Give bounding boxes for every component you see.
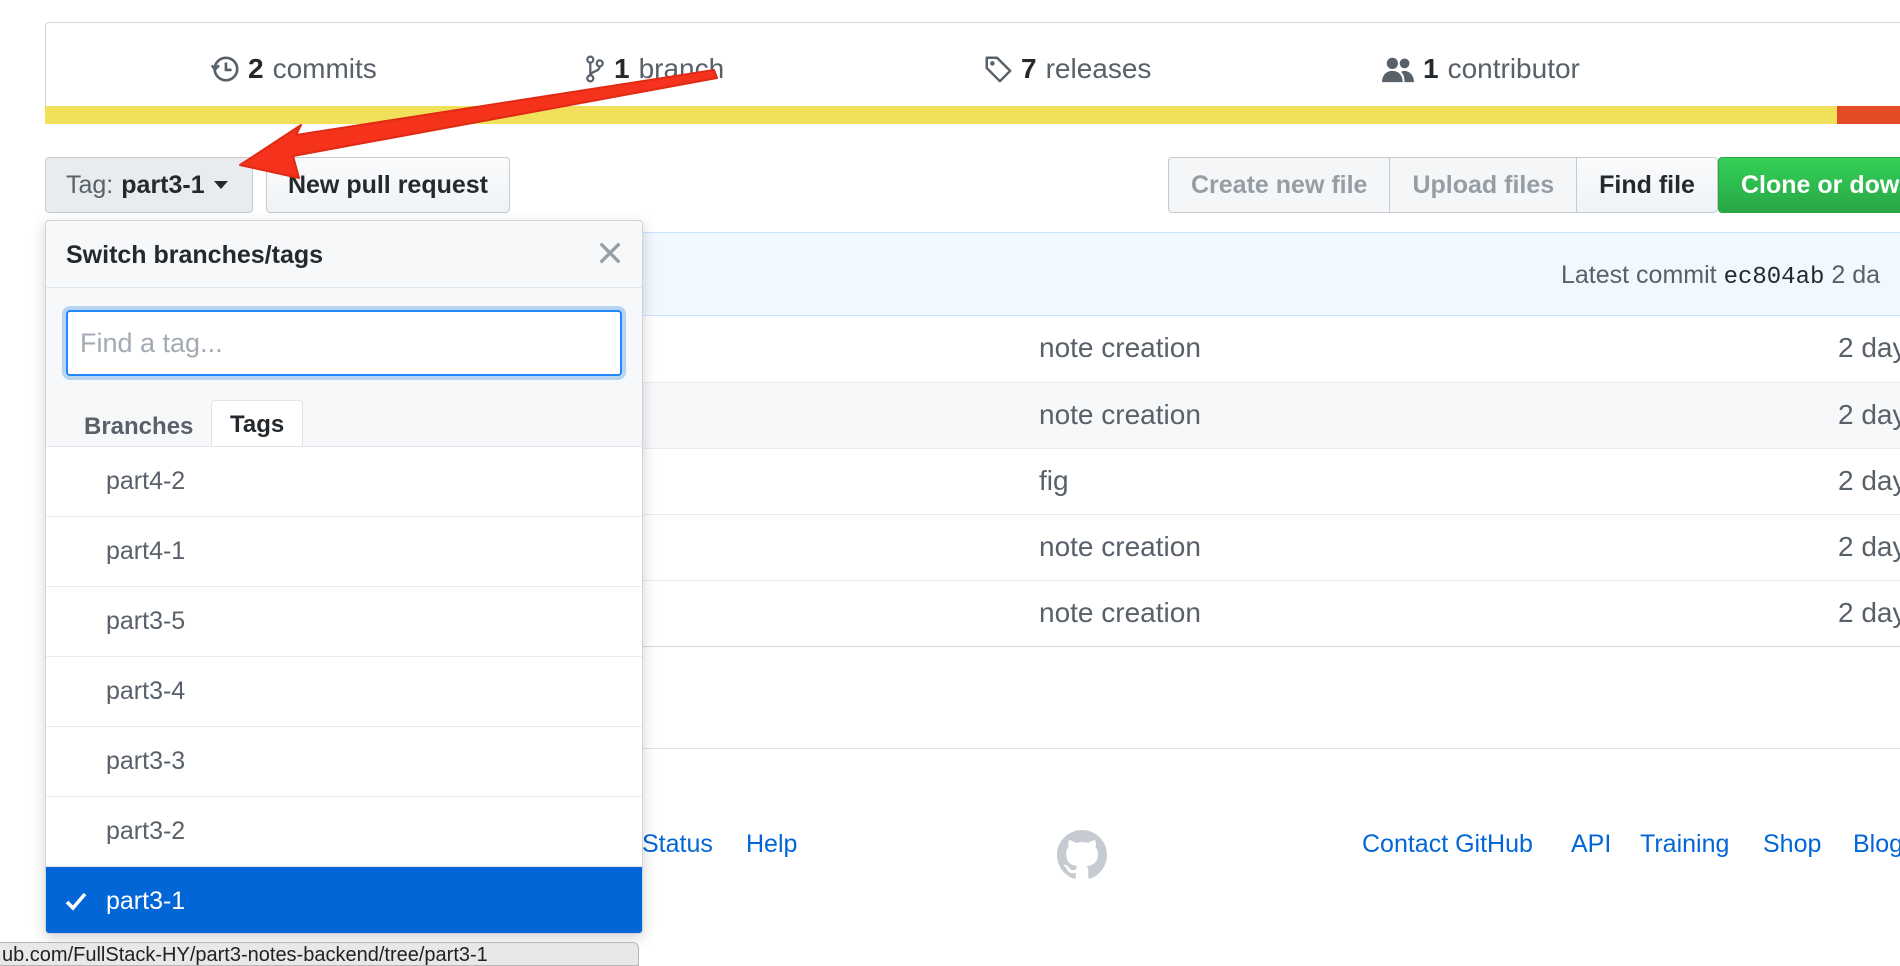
close-icon[interactable] [596, 239, 624, 267]
tag-list: part4-2 part4-1 part3-5 part3-4 part3-3 … [46, 447, 642, 933]
footer-api-link[interactable]: API [1571, 830, 1611, 859]
find-file-button[interactable]: Find file [1577, 157, 1718, 213]
commit-message-link[interactable]: note creation [1039, 399, 1201, 431]
commits-count: 2 [248, 53, 264, 84]
dropdown-title: Switch branches/tags [66, 241, 324, 269]
commit-message-link[interactable]: note creation [1039, 597, 1201, 629]
commit-message-link[interactable]: note creation [1039, 332, 1201, 364]
latest-commit: Latest commit ec804ab 2 da [1561, 261, 1880, 291]
history-icon [210, 56, 239, 82]
select-prefix: Tag: [66, 170, 114, 199]
releases-link[interactable]: 7 releases [983, 49, 1151, 89]
latest-commit-age: 2 da [1831, 261, 1881, 289]
dropdown-tabs: Branches Tags [46, 400, 642, 447]
branches-link[interactable]: 1 branch [584, 49, 724, 89]
branch-icon [586, 55, 604, 83]
commit-message-link[interactable]: note creation [1039, 531, 1201, 563]
create-new-file-button[interactable]: Create new file [1168, 157, 1391, 213]
latest-commit-label: Latest commit [1561, 261, 1717, 289]
dropdown-filter [46, 288, 642, 400]
branch-tag-select-button[interactable]: Tag: part3-1 [45, 157, 253, 213]
footer-help-link[interactable]: Help [746, 830, 797, 859]
commits-link[interactable]: 2 commits [210, 49, 377, 89]
footer-blog-link[interactable]: Blog [1853, 830, 1900, 859]
tag-item-label: part4-1 [106, 537, 186, 565]
branches-count: 1 [614, 53, 630, 84]
tab-branches[interactable]: Branches [84, 408, 193, 446]
branches-label: branch [638, 53, 725, 84]
tag-item-label: part4-2 [106, 467, 186, 495]
upload-files-button[interactable]: Upload files [1390, 157, 1578, 213]
tag-item-selected[interactable]: part3-1 [46, 867, 642, 933]
tag-item[interactable]: part3-5 [46, 587, 642, 657]
tag-item[interactable]: part4-2 [46, 447, 642, 517]
tag-item-label: part3-5 [106, 607, 186, 635]
commit-age: 2 day [1838, 465, 1900, 496]
releases-count: 7 [1021, 53, 1037, 84]
commit-age: 2 day [1838, 332, 1900, 363]
select-value: part3-1 [121, 170, 205, 199]
new-pull-request-button[interactable]: New pull request [266, 157, 510, 213]
footer-status-link[interactable]: Status [642, 830, 713, 859]
branch-tag-dropdown: Switch branches/tags Branches Tags part4… [45, 220, 643, 934]
status-bar-url: ub.com/FullStack-HY/part3-notes-backend/… [0, 942, 639, 966]
language-bar-primary[interactable] [45, 106, 1837, 124]
check-icon [65, 892, 87, 911]
contributors-count: 1 [1423, 53, 1439, 84]
commit-sha-link[interactable]: ec804ab [1724, 264, 1825, 291]
releases-label: releases [1045, 53, 1152, 84]
contributors-label: contributor [1447, 53, 1580, 84]
caret-down-icon [213, 181, 228, 189]
commit-age: 2 day [1838, 399, 1900, 430]
tag-filter-input[interactable] [66, 310, 622, 376]
commit-age: 2 day [1838, 531, 1900, 562]
footer-training-link[interactable]: Training [1640, 830, 1729, 859]
tag-icon [985, 56, 1012, 83]
dropdown-header: Switch branches/tags [46, 221, 642, 288]
tag-item-label: part3-2 [106, 817, 186, 845]
contributors-link[interactable]: 1 contributor [1381, 49, 1580, 89]
tag-item-label: part3-4 [106, 677, 186, 705]
file-actions-group: Create new file Upload files Find file [1168, 157, 1718, 213]
tag-item[interactable]: part3-4 [46, 657, 642, 727]
tag-item[interactable]: part4-1 [46, 517, 642, 587]
tag-item-label: part3-1 [106, 887, 186, 915]
tag-item[interactable]: part3-2 [46, 797, 642, 867]
commits-label: commits [272, 53, 377, 84]
language-bar-secondary[interactable] [1837, 106, 1900, 124]
people-icon [1382, 57, 1414, 83]
tab-tags[interactable]: Tags [211, 400, 304, 446]
commit-message-link[interactable]: fig [1039, 465, 1069, 497]
footer-shop-link[interactable]: Shop [1763, 830, 1821, 859]
tag-item-label: part3-3 [106, 747, 186, 775]
footer-contact-link[interactable]: Contact GitHub [1362, 830, 1533, 859]
commit-age: 2 day [1838, 597, 1900, 628]
github-logo-icon[interactable] [1057, 830, 1107, 880]
tag-item[interactable]: part3-3 [46, 727, 642, 797]
clone-or-download-button[interactable]: Clone or down [1718, 157, 1900, 213]
language-bar[interactable] [45, 106, 1900, 124]
